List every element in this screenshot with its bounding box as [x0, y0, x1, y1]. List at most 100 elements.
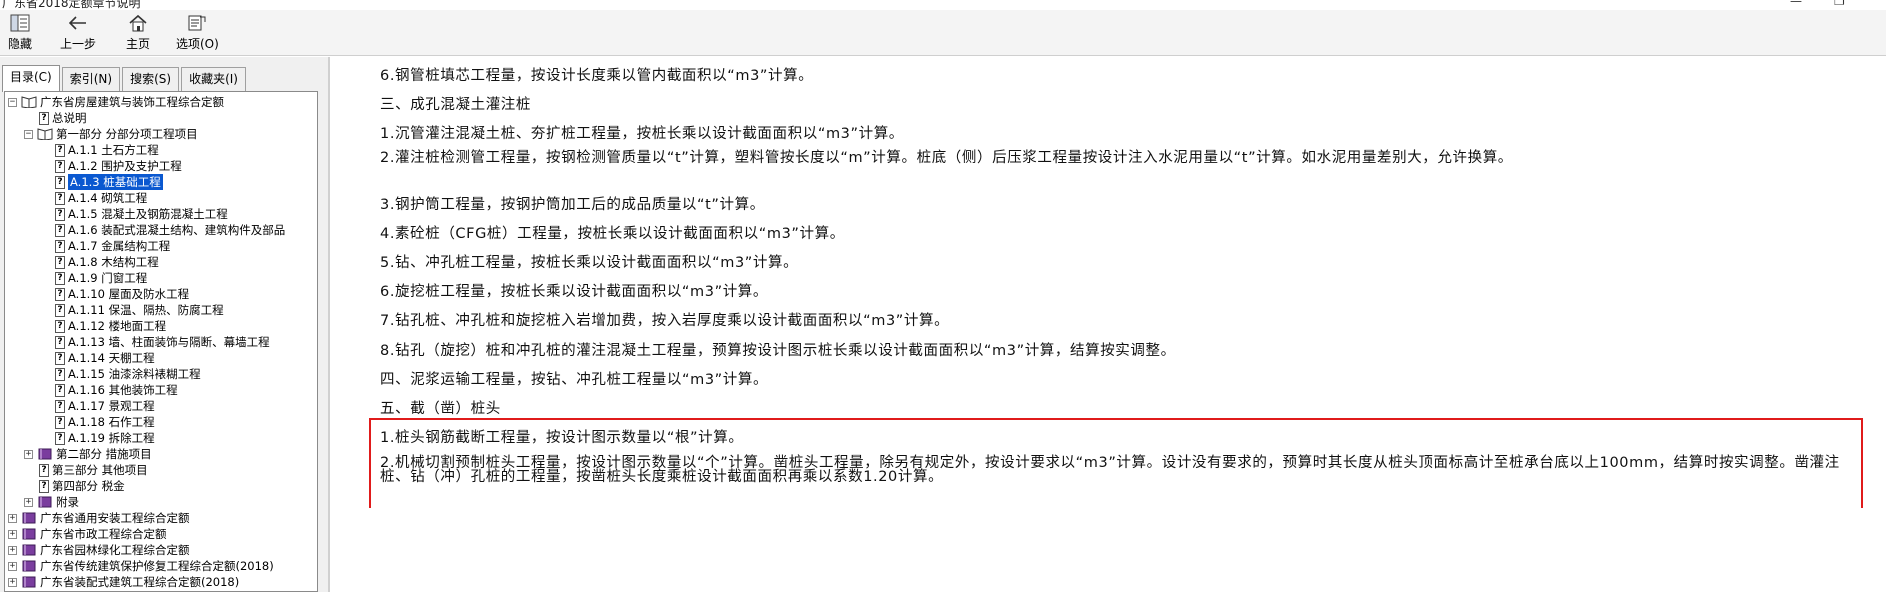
expand-toggle[interactable]: +: [24, 449, 33, 459]
content-paragraph: 4.素砼桩（CFG桩）工程量，按桩长乘以设计截面面积以“m3”计算。: [380, 226, 845, 242]
tree-item[interactable]: ? A.1.8 木结构工程: [55, 254, 159, 270]
help-page-icon: ?: [55, 271, 65, 285]
tree-item[interactable]: ? A.1.10 屋面及防水工程: [55, 286, 189, 302]
collapse-toggle[interactable]: −: [8, 97, 17, 107]
hide-label: 隐藏: [8, 37, 33, 51]
section-heading: 四、泥浆运输工程量，按钻、冲孔桩工程量以“m3”计算。: [380, 372, 769, 388]
options-button[interactable]: 选项(O): [176, 12, 219, 54]
closed-book-icon: [38, 496, 52, 508]
tree-item[interactable]: ? A.1.15 油漆涂料裱糊工程: [55, 366, 201, 382]
tree-item[interactable]: ? A.1.17 景观工程: [55, 398, 155, 414]
tree-item[interactable]: ? A.1.13 墙、柱面装饰与隔断、幕墙工程: [55, 334, 270, 350]
tree-node-part3[interactable]: ? 第三部分 其他项目: [39, 462, 148, 478]
content-paragraph: 6.钢管桩填芯工程量，按设计长度乘以管内截面积以“m3”计算。: [380, 68, 814, 84]
expand-toggle[interactable]: +: [8, 545, 17, 555]
help-page-icon: ?: [55, 351, 65, 365]
tree-item[interactable]: ? A.1.5 混凝土及钢筋混凝土工程: [55, 206, 228, 222]
tree-item-selected[interactable]: ? A.1.3 桩基础工程: [55, 174, 163, 190]
help-page-icon: ?: [55, 175, 65, 189]
open-book-icon: [37, 128, 53, 140]
content-paragraph: 7.钻孔桩、冲孔桩和旋挖桩入岩增加费，按入岩厚度乘以设计截面面积以“m3”计算。: [380, 313, 950, 329]
closed-book-icon: [22, 544, 36, 556]
content-paragraph: 1.沉管灌注混凝土桩、夯扩桩工程量，按桩长乘以设计截面面积以“m3”计算。: [380, 126, 904, 142]
section-heading: 三、成孔混凝土灌注桩: [380, 97, 531, 113]
maximize-button[interactable]: ❐: [1834, 0, 1845, 8]
content-paragraph: 2.灌注桩检测管工程量，按钢检测管质量以“t”计算，塑料管按长度以“m”计算。桩…: [380, 150, 1513, 166]
content-paragraph: 6.旋挖桩工程量，按桩长乘以设计截面面积以“m3”计算。: [380, 284, 769, 300]
navigation-pane: 目录(C) 索引(N) 搜索(S) 收藏夹(I) − 广东省房屋建筑与装饰工程综…: [0, 57, 330, 592]
help-page-icon: ?: [55, 319, 65, 333]
section-heading: 五、截（凿）桩头: [380, 401, 501, 417]
help-page-icon: ?: [39, 479, 49, 493]
content-pane[interactable]: 6.钢管桩填芯工程量，按设计长度乘以管内截面积以“m3”计算。 三、成孔混凝土灌…: [332, 57, 1886, 592]
tree-item[interactable]: ? A.1.2 围护及支护工程: [55, 158, 182, 174]
options-label: 选项(O): [176, 37, 219, 51]
expand-toggle[interactable]: +: [8, 577, 17, 587]
back-button[interactable]: 上一步: [60, 12, 96, 54]
tree-item[interactable]: ? A.1.1 土石方工程: [55, 142, 159, 158]
home-button[interactable]: 主页: [126, 12, 150, 54]
window-title: 广东省2018定额章节说明: [2, 0, 141, 10]
help-page-icon: ?: [55, 207, 65, 221]
tree-node-general[interactable]: ? 总说明: [39, 110, 87, 126]
help-page-icon: ?: [55, 431, 65, 445]
content-paragraph: 3.钢护筒工程量，按钢护筒加工后的成品质量以“t”计算。: [380, 197, 765, 213]
tab-favorites[interactable]: 收藏夹(I): [181, 67, 246, 91]
help-page-icon: ?: [55, 239, 65, 253]
tree-item[interactable]: ? A.1.7 金属结构工程: [55, 238, 170, 254]
help-page-icon: ?: [55, 303, 65, 317]
collapse-toggle[interactable]: −: [24, 129, 33, 139]
expand-toggle[interactable]: +: [24, 497, 33, 507]
back-arrow-icon: [67, 12, 89, 34]
tree-item[interactable]: ? A.1.14 天棚工程: [55, 350, 155, 366]
tree-node-part4[interactable]: ? 第四部分 税金: [39, 478, 125, 494]
nav-tabs: 目录(C) 索引(N) 搜索(S) 收藏夹(I): [2, 65, 248, 92]
tab-search[interactable]: 搜索(S): [122, 67, 180, 91]
tab-contents[interactable]: 目录(C): [2, 65, 60, 92]
tree-node-root5[interactable]: + 广东省传统建筑保护修复工程综合定额(2018): [8, 558, 274, 574]
tree-node-root6[interactable]: + 广东省装配式建筑工程综合定额(2018): [8, 574, 239, 590]
tree-item[interactable]: ? A.1.9 门窗工程: [55, 270, 147, 286]
help-page-icon: ?: [55, 287, 65, 301]
tree-node-part2[interactable]: + 第二部分 措施项目: [24, 446, 152, 462]
help-page-icon: ?: [55, 335, 65, 349]
tree-item[interactable]: ? A.1.11 保温、隔热、防腐工程: [55, 302, 224, 318]
help-page-icon: ?: [55, 399, 65, 413]
tab-index[interactable]: 索引(N): [61, 67, 121, 91]
closed-book-icon: [22, 528, 36, 540]
closed-book-icon: [22, 576, 36, 588]
tree-item[interactable]: ? A.1.12 楼地面工程: [55, 318, 166, 334]
minimize-button[interactable]: —: [1790, 0, 1802, 8]
tree-item[interactable]: ? A.1.18 石作工程: [55, 414, 155, 430]
title-bar: 广东省2018定额章节说明 — ❐: [0, 0, 1886, 10]
tree-node-appendix[interactable]: + 附录: [24, 494, 79, 510]
help-page-icon: ?: [55, 383, 65, 397]
hide-button[interactable]: 隐藏: [8, 12, 32, 54]
home-label: 主页: [126, 37, 151, 51]
closed-book-icon: [38, 448, 52, 460]
contents-tree[interactable]: − 广东省房屋建筑与装饰工程综合定额 ? 总说明 − 第一部分 分部分项工程项目…: [4, 91, 318, 592]
expand-toggle[interactable]: +: [8, 513, 17, 523]
options-icon: [186, 12, 208, 34]
open-book-icon: [21, 96, 37, 108]
tree-item[interactable]: ? A.1.19 拆除工程: [55, 430, 155, 446]
tree-node-root4[interactable]: + 广东省园林绿化工程综合定额: [8, 542, 190, 558]
tree-item[interactable]: ? A.1.16 其他装饰工程: [55, 382, 178, 398]
expand-toggle[interactable]: +: [8, 561, 17, 571]
help-page-icon: ?: [55, 367, 65, 381]
home-icon: [127, 12, 149, 34]
tree-node-part1[interactable]: − 第一部分 分部分项工程项目: [24, 126, 198, 142]
help-page-icon: ?: [55, 415, 65, 429]
tree-node-root3[interactable]: + 广东省市政工程综合定额: [8, 526, 167, 542]
hide-icon: [9, 12, 31, 34]
tree-item[interactable]: ? A.1.4 砌筑工程: [55, 190, 147, 206]
help-page-icon: ?: [39, 111, 49, 125]
help-page-icon: ?: [55, 191, 65, 205]
tree-node-root2[interactable]: + 广东省通用安装工程综合定额: [8, 510, 190, 526]
closed-book-icon: [22, 560, 36, 572]
tree-node-root1[interactable]: − 广东省房屋建筑与装饰工程综合定额: [8, 94, 224, 110]
expand-toggle[interactable]: +: [8, 529, 17, 539]
closed-book-icon: [22, 512, 36, 524]
tree-item[interactable]: ? A.1.6 装配式混凝土结构、建筑构件及部品: [55, 222, 285, 238]
help-page-icon: ?: [55, 143, 65, 157]
